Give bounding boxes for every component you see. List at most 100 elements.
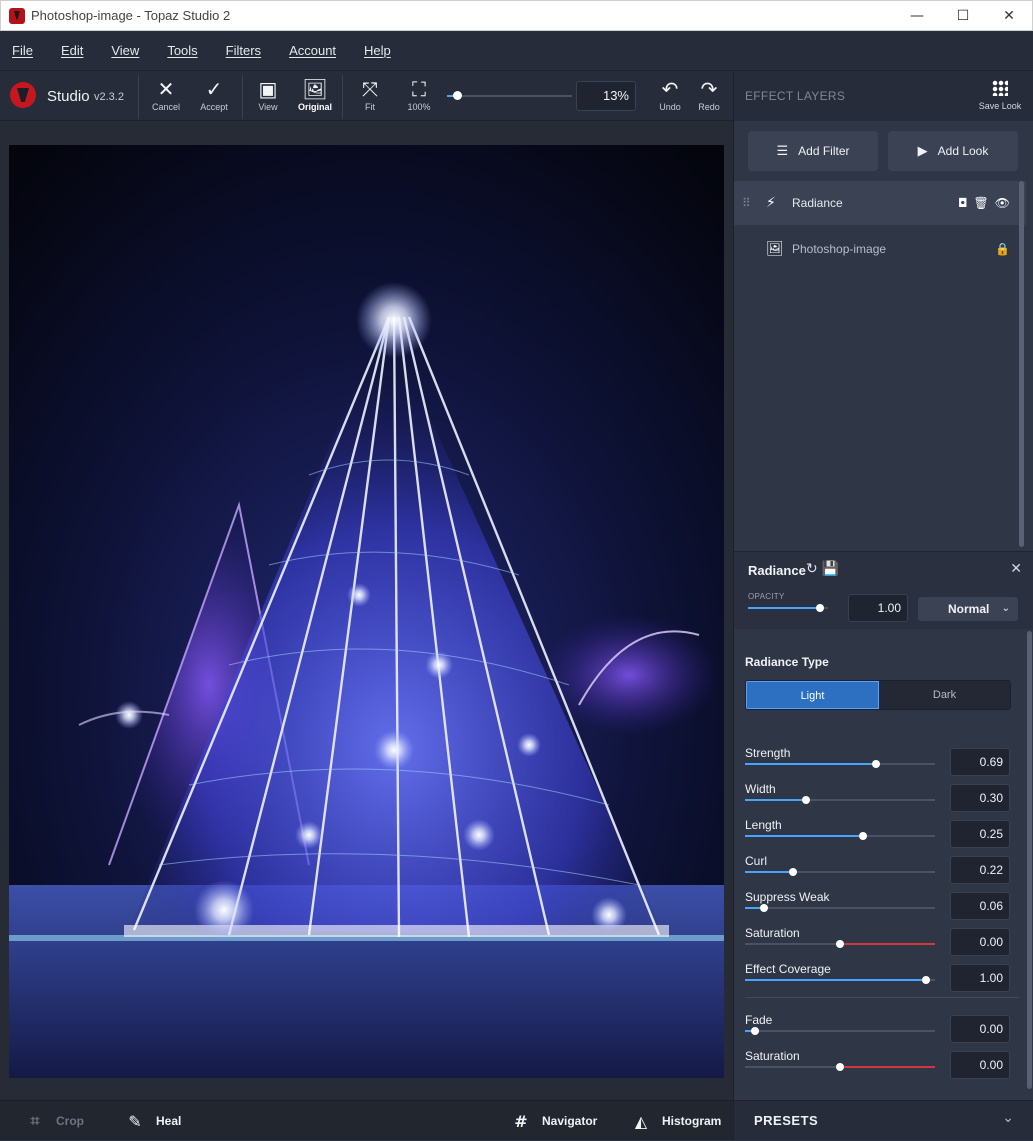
layer-base-image[interactable]: 🖼 Photoshop-image 🔒	[734, 227, 1026, 271]
hash-grid-icon: #	[514, 1111, 528, 1131]
canvas-area[interactable]	[0, 121, 733, 1100]
histogram-button[interactable]: ◭ Histogram	[632, 1101, 722, 1141]
layers-scrollbar[interactable]	[1019, 181, 1024, 547]
param-slider-fill	[745, 979, 926, 981]
radiance-type-light[interactable]: Light	[746, 681, 879, 709]
param-slider-thumb[interactable]	[921, 976, 930, 984]
param-slider[interactable]	[745, 832, 935, 840]
opacity-value-input[interactable]: 1.00	[848, 594, 908, 622]
original-button[interactable]: 🖼 Original	[292, 78, 338, 118]
param-slider-thumb[interactable]	[836, 940, 844, 948]
param-value-input[interactable]: 0.00	[950, 928, 1010, 956]
accept-label: Accept	[200, 102, 228, 112]
menu-file[interactable]: File	[4, 43, 41, 58]
param-label: Length	[745, 818, 782, 832]
params-scrollbar[interactable]	[1027, 631, 1032, 1089]
minimize-button[interactable]: —	[894, 1, 940, 31]
effect-title: Radiance	[748, 563, 806, 578]
param-value-input[interactable]: 0.22	[950, 856, 1010, 884]
view-button[interactable]: ▣ View	[245, 78, 291, 118]
param-slider[interactable]	[745, 1027, 935, 1035]
redo-button[interactable]: ↷ Redo	[686, 78, 732, 118]
histogram-label: Histogram	[662, 1114, 722, 1128]
lightning-icon: ⚡	[766, 195, 776, 211]
param-slider-thumb[interactable]	[750, 1027, 759, 1035]
mask-icon[interactable]: ◘	[958, 196, 968, 210]
param-slider-fill	[745, 835, 863, 837]
zoom-slider[interactable]	[447, 91, 572, 100]
menu-filters[interactable]: Filters	[218, 43, 269, 58]
chevron-down-icon: ⌄	[1001, 603, 1010, 614]
param-slider[interactable]	[745, 760, 935, 768]
param-label: Effect Coverage	[745, 962, 831, 976]
heal-tool-button[interactable]: ✎ Heal	[126, 1101, 181, 1141]
add-filter-button[interactable]: ☰ Add Filter	[748, 131, 878, 171]
bandage-icon: ✎	[128, 1111, 142, 1131]
param-value-input[interactable]: 1.00	[950, 964, 1010, 992]
param-slider-fill	[745, 763, 877, 765]
navigator-label: Navigator	[542, 1114, 598, 1128]
toolbar-divider	[138, 75, 139, 119]
zoom-100-button[interactable]: ⛶ 100%	[396, 78, 442, 118]
eye-icon[interactable]: 👁	[995, 196, 1010, 210]
drag-handle-icon[interactable]: ⠿	[742, 196, 751, 210]
param-slider-fill	[840, 1066, 935, 1068]
param-slider[interactable]	[745, 796, 935, 804]
menu-edit[interactable]: Edit	[53, 43, 91, 58]
param-slider[interactable]	[745, 940, 935, 948]
add-look-button[interactable]: ▶ Add Look	[888, 131, 1018, 171]
param-value-input[interactable]: 0.69	[950, 748, 1010, 776]
studio-logo-icon	[10, 82, 36, 108]
param-slider-thumb[interactable]	[788, 868, 797, 876]
chevron-down-icon[interactable]: ⌄	[1002, 1110, 1014, 1126]
param-slider-thumb[interactable]	[760, 904, 768, 912]
param-label: Saturation	[745, 1049, 800, 1063]
close-effect-icon[interactable]: ✕	[1010, 561, 1022, 577]
blend-mode-value: Normal	[948, 602, 990, 616]
radiance-type-toggle: Light Dark	[745, 680, 1011, 710]
reset-icon[interactable]: ↻	[806, 561, 818, 577]
zoom-percent-input[interactable]: 13%	[576, 81, 636, 111]
menu-tools[interactable]: Tools	[159, 43, 205, 58]
toolbar-divider	[242, 75, 243, 119]
param-slider[interactable]	[745, 904, 935, 912]
menu-view[interactable]: View	[103, 43, 147, 58]
menu-help[interactable]: Help	[356, 43, 399, 58]
param-slider-thumb[interactable]	[801, 796, 810, 804]
zoom-slider-thumb[interactable]	[453, 91, 462, 100]
save-icon[interactable]: 💾	[822, 561, 839, 577]
presets-bar[interactable]: PRESETS ⌄	[734, 1100, 1033, 1140]
accept-button[interactable]: ✓ Accept	[191, 78, 237, 118]
opacity-slider[interactable]	[748, 604, 828, 612]
navigator-button[interactable]: # Navigator	[512, 1101, 597, 1141]
studio-label: Studio	[47, 88, 90, 105]
param-value-input[interactable]: 0.00	[950, 1051, 1010, 1079]
param-slider-thumb[interactable]	[858, 832, 867, 840]
opacity-slider-thumb[interactable]	[816, 604, 824, 612]
radiance-type-dark[interactable]: Dark	[879, 681, 1010, 709]
preview-image[interactable]	[9, 145, 724, 1078]
effect-icons: ↻ 💾	[806, 561, 839, 577]
param-slider[interactable]	[745, 868, 935, 876]
cancel-label: Cancel	[151, 102, 180, 112]
blend-mode-select[interactable]: Normal ⌄	[918, 597, 1018, 621]
fit-button[interactable]: ⤧ Fit	[347, 78, 393, 118]
param-value-input[interactable]: 0.06	[950, 892, 1010, 920]
param-slider-thumb[interactable]	[836, 1063, 844, 1071]
crop-icon: ⌗	[30, 1111, 40, 1130]
param-slider-thumb[interactable]	[872, 760, 881, 768]
save-look-button[interactable]: Save Look	[978, 80, 1022, 111]
param-slider[interactable]	[745, 976, 935, 984]
cancel-button[interactable]: ✕ Cancel	[143, 78, 189, 118]
param-value-input[interactable]: 0.25	[950, 820, 1010, 848]
trash-icon[interactable]: 🗑	[974, 196, 989, 210]
param-value-input[interactable]: 0.00	[950, 1015, 1010, 1043]
crop-tool-button[interactable]: ⌗ Crop	[26, 1101, 84, 1141]
param-value-input[interactable]: 0.30	[950, 784, 1010, 812]
maximize-button[interactable]: ☐	[940, 1, 986, 31]
param-slider[interactable]	[745, 1063, 935, 1071]
toolbar-divider	[342, 75, 343, 119]
layer-radiance[interactable]: ⠿ ⚡ Radiance ◘ 🗑 👁	[734, 181, 1026, 225]
menu-account[interactable]: Account	[281, 43, 344, 58]
close-window-button[interactable]: ✕	[986, 1, 1032, 31]
